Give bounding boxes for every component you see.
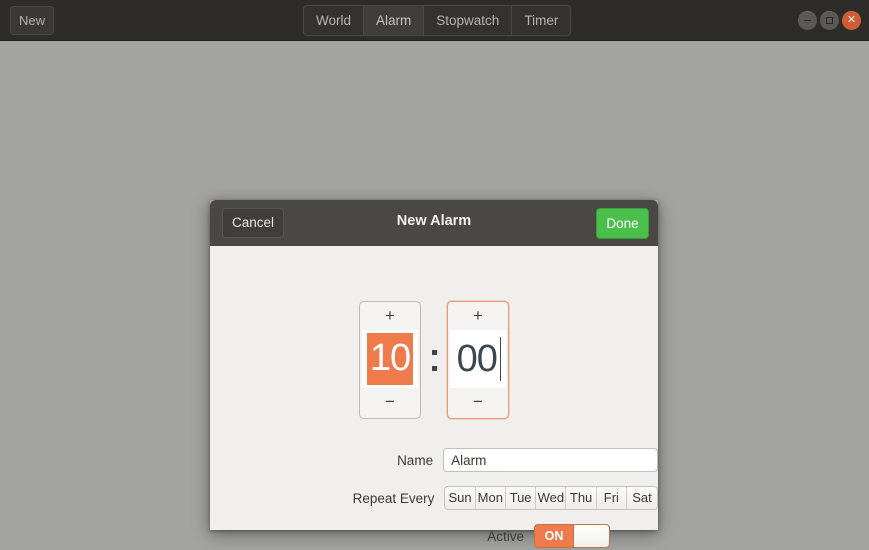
- day-button-fri[interactable]: Fri: [596, 487, 627, 509]
- minimize-icon: [798, 11, 817, 30]
- minutes-field[interactable]: 00: [450, 330, 506, 388]
- repeat-day-group: Sun Mon Tue Wed Thu Fri Sat: [444, 486, 658, 510]
- tab-timer[interactable]: Timer: [512, 6, 571, 35]
- day-button-thu[interactable]: Thu: [566, 487, 597, 509]
- dialog-title: New Alarm: [396, 213, 472, 229]
- name-row: Name: [210, 448, 658, 472]
- dialog-body: + 10 − + 00 − Name Alarm Repeat Every Su…: [210, 246, 658, 548]
- window-titlebar: New World Alarm Stopwatch Timer ✕: [0, 0, 869, 41]
- new-button[interactable]: New: [10, 6, 54, 35]
- hours-value: 10: [366, 333, 414, 385]
- maximize-icon: [820, 11, 839, 30]
- colon-dot-bottom: [431, 365, 437, 371]
- window-controls: ✕: [798, 11, 861, 30]
- name-label: Name: [397, 452, 434, 468]
- active-toggle-knob[interactable]: [573, 525, 609, 547]
- hours-decrement-button[interactable]: −: [360, 388, 420, 416]
- minutes-spinner[interactable]: + 00 −: [447, 301, 509, 419]
- day-button-sat[interactable]: Sat: [627, 487, 657, 509]
- minutes-decrement-button[interactable]: −: [448, 388, 508, 416]
- tab-world[interactable]: World: [304, 6, 365, 35]
- day-button-wed[interactable]: Wed: [536, 487, 567, 509]
- new-alarm-dialog: Cancel New Alarm Done + 10 − + 00 − Name…: [210, 200, 658, 548]
- main-tab-bar: World Alarm Stopwatch Timer: [303, 5, 572, 36]
- minimize-button[interactable]: [798, 11, 817, 30]
- minutes-increment-button[interactable]: +: [448, 302, 508, 330]
- active-label: Active: [487, 528, 524, 544]
- time-picker: + 10 − + 00 −: [210, 301, 658, 419]
- name-input[interactable]: [443, 448, 658, 472]
- minutes-value: 00: [456, 338, 498, 380]
- active-toggle-state: ON: [544, 529, 564, 543]
- dialog-header: Cancel New Alarm Done: [210, 200, 658, 246]
- active-toggle[interactable]: ON: [534, 524, 610, 548]
- active-row: Active ON: [210, 524, 658, 548]
- close-button[interactable]: ✕: [842, 11, 861, 30]
- tab-stopwatch[interactable]: Stopwatch: [424, 6, 513, 35]
- done-button[interactable]: Done: [596, 208, 649, 239]
- time-separator: [422, 349, 446, 371]
- hours-field[interactable]: 10: [362, 330, 418, 388]
- maximize-button[interactable]: [820, 11, 839, 30]
- hours-spinner[interactable]: + 10 −: [359, 301, 421, 419]
- text-caret: [499, 337, 502, 381]
- repeat-row: Repeat Every Sun Mon Tue Wed Thu Fri Sat: [210, 486, 658, 510]
- tab-alarm[interactable]: Alarm: [364, 6, 425, 35]
- day-button-mon[interactable]: Mon: [475, 487, 506, 509]
- close-icon: ✕: [846, 14, 857, 26]
- day-button-sun[interactable]: Sun: [445, 487, 476, 509]
- hours-increment-button[interactable]: +: [360, 302, 420, 330]
- repeat-label: Repeat Every: [352, 490, 435, 506]
- colon-dot-top: [431, 349, 437, 355]
- day-button-tue[interactable]: Tue: [505, 487, 537, 509]
